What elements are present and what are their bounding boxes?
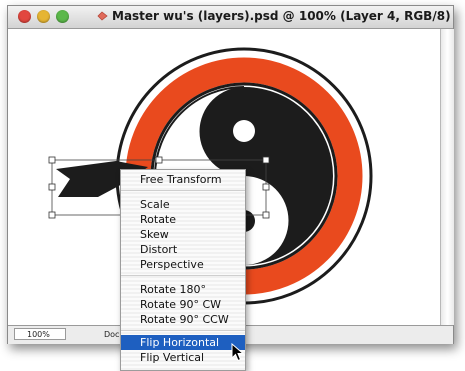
- doc-info-label[interactable]: Doc: [104, 329, 119, 341]
- arrow-cursor-icon: [231, 343, 245, 362]
- psd-document-icon: [97, 11, 108, 21]
- transform-context-menu: Free Transform Scale Rotate Skew Distort…: [120, 169, 246, 371]
- close-button-icon[interactable]: [18, 10, 31, 23]
- yin-yang-white-dot: [233, 120, 255, 142]
- menu-item-perspective[interactable]: Perspective: [121, 257, 245, 272]
- title-bar[interactable]: Master wu's (layers).psd @ 100% (Layer 4…: [8, 6, 453, 29]
- menu-separator: [121, 190, 245, 191]
- menu-separator: [121, 330, 245, 331]
- menu-item-skew[interactable]: Skew: [121, 227, 245, 242]
- menu-item-rotate-90-ccw[interactable]: Rotate 90° CCW: [121, 312, 245, 327]
- menu-item-rotate-90-cw[interactable]: Rotate 90° CW: [121, 297, 245, 312]
- menu-item-rotate[interactable]: Rotate: [121, 212, 245, 227]
- minimize-button-icon[interactable]: [37, 10, 50, 23]
- vertical-scrollbar[interactable]: [440, 29, 454, 325]
- menu-item-distort[interactable]: Distort: [121, 242, 245, 257]
- menu-item-scale[interactable]: Scale: [121, 197, 245, 212]
- zoom-button-icon[interactable]: [56, 10, 69, 23]
- menu-separator: [121, 275, 245, 276]
- zoom-level-field[interactable]: 100%: [14, 328, 66, 340]
- menu-item-free-transform[interactable]: Free Transform: [121, 172, 245, 187]
- window-title: Master wu's (layers).psd @ 100% (Layer 4…: [112, 9, 451, 23]
- menu-item-flip-horizontal[interactable]: Flip Horizontal: [121, 335, 245, 350]
- menu-item-flip-vertical[interactable]: Flip Vertical: [121, 350, 245, 365]
- menu-item-rotate-180[interactable]: Rotate 180°: [121, 282, 245, 297]
